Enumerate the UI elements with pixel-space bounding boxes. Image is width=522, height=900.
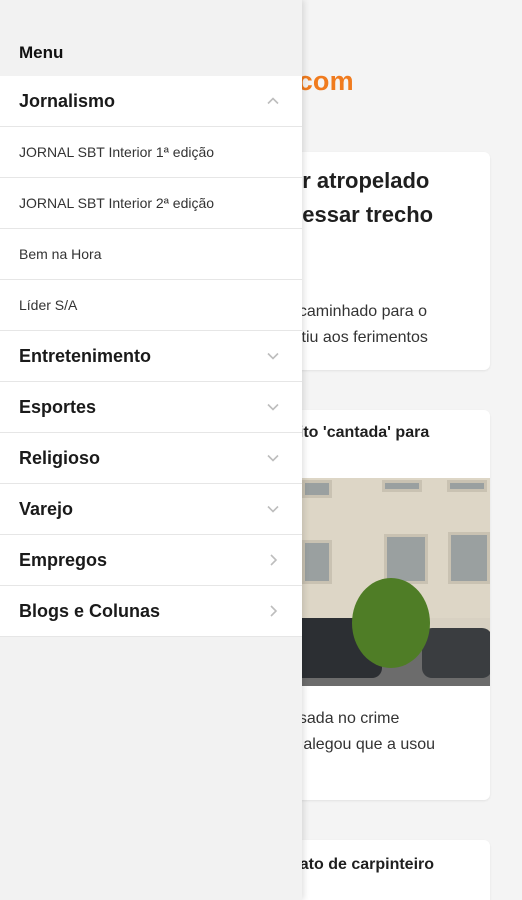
menu-item-label: Varejo xyxy=(19,498,74,519)
menu-item-entretenimento[interactable]: Entretenimento xyxy=(0,331,302,382)
navigation-drawer: Menu Jornalismo JORNAL SBT Interior 1ª e… xyxy=(0,0,302,900)
menu-item-label: Empregos xyxy=(19,549,108,570)
chevron-right-icon[interactable] xyxy=(266,553,280,567)
news-summary: istiu aos ferimentos xyxy=(290,329,428,346)
news-summary: ncaminhado para o xyxy=(290,303,427,320)
menu-item-blogs-e-colunas[interactable]: Blogs e Colunas xyxy=(0,586,302,637)
menu-item-esportes[interactable]: Esportes xyxy=(0,382,302,433)
menu-item-label: Blogs e Colunas xyxy=(19,600,161,621)
menu-item-jornalismo[interactable]: Jornalismo xyxy=(0,76,302,127)
news-summary: usada no crime xyxy=(290,710,400,727)
menu-item-varejo[interactable]: Varejo xyxy=(0,484,302,535)
news-headline[interactable]: vessar trecho xyxy=(290,198,433,232)
menu-item-label: Religioso xyxy=(19,447,101,468)
chevron-up-icon[interactable] xyxy=(266,94,280,108)
submenu-item-label: Bem na Hora xyxy=(19,246,102,262)
submenu-item-label: Líder S/A xyxy=(19,297,78,313)
menu-item-label: Esportes xyxy=(19,396,97,417)
submenu-item-label: JORNAL SBT Interior 1ª edição xyxy=(19,144,215,160)
news-headline[interactable]: er atropelado xyxy=(290,164,429,198)
drawer-title: Menu xyxy=(19,43,64,62)
chevron-down-icon[interactable] xyxy=(266,349,280,363)
chevron-down-icon[interactable] xyxy=(266,451,280,465)
menu-item-label: Jornalismo xyxy=(19,90,116,111)
news-headline[interactable]: eito 'cantada' para xyxy=(290,424,429,442)
submenu-item-lider-sa[interactable]: Líder S/A xyxy=(0,280,302,331)
submenu-item-label: JORNAL SBT Interior 2ª edição xyxy=(19,195,215,211)
chevron-down-icon[interactable] xyxy=(266,400,280,414)
news-summary: o alegou que a usou xyxy=(290,736,436,753)
menu-item-label: Entretenimento xyxy=(19,345,152,366)
submenu-item-bem-na-hora[interactable]: Bem na Hora xyxy=(0,229,302,280)
news-photo[interactable] xyxy=(282,478,490,686)
menu-item-empregos[interactable]: Empregos xyxy=(0,535,302,586)
news-headline[interactable]: nato de carpinteiro xyxy=(290,856,434,874)
submenu-item-jornal-2[interactable]: JORNAL SBT Interior 2ª edição xyxy=(0,178,302,229)
submenu-item-jornal-1[interactable]: JORNAL SBT Interior 1ª edição xyxy=(0,127,302,178)
menu-item-religioso[interactable]: Religioso xyxy=(0,433,302,484)
drawer-menu: Jornalismo JORNAL SBT Interior 1ª edição… xyxy=(0,76,302,637)
chevron-down-icon[interactable] xyxy=(266,502,280,516)
chevron-right-icon[interactable] xyxy=(266,604,280,618)
